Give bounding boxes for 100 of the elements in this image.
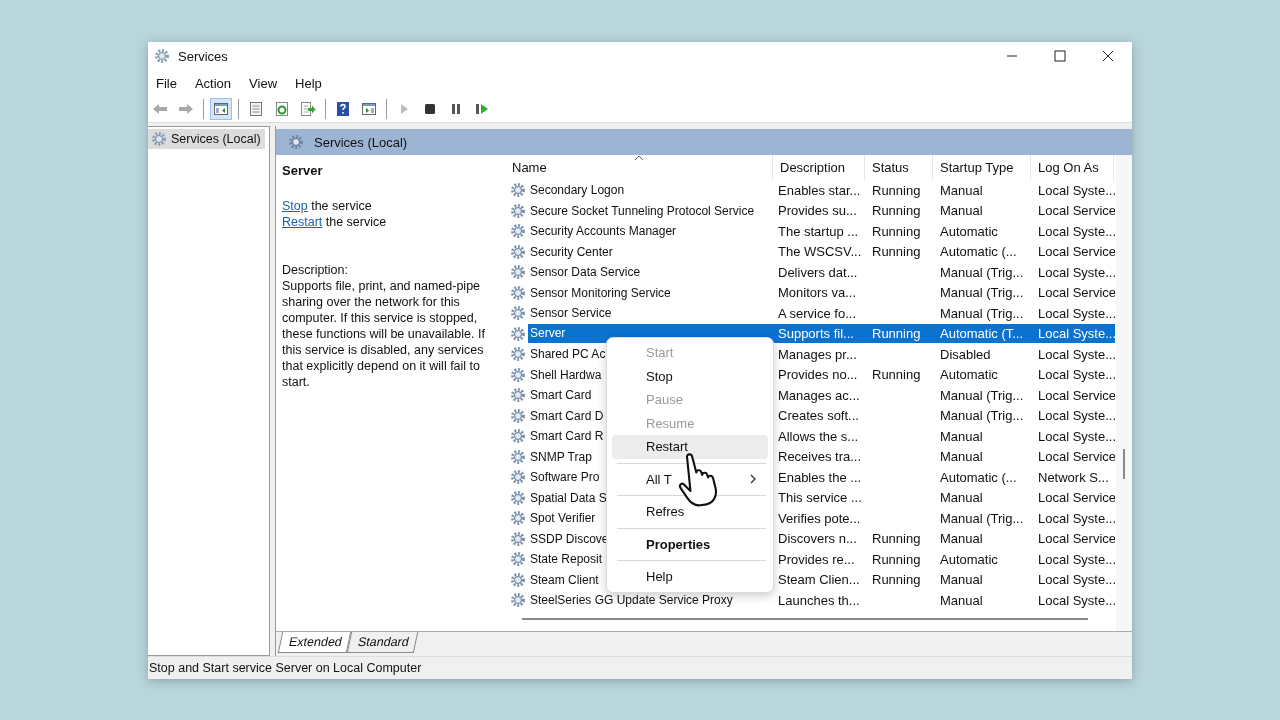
- table-cell[interactable]: Local Syste...: [1031, 346, 1115, 362]
- table-cell[interactable]: Provides su...: [773, 203, 865, 219]
- table-cell[interactable]: Local Syste...: [1031, 367, 1115, 383]
- menu-item[interactable]: Help: [612, 565, 768, 589]
- table-cell[interactable]: Verifies pote...: [773, 510, 865, 526]
- table-cell[interactable]: Local Service: [1031, 490, 1115, 506]
- table-cell[interactable]: Manual (Trig...: [933, 387, 1031, 403]
- table-cell[interactable]: Running: [865, 572, 933, 588]
- table-cell[interactable]: A service fo...: [773, 305, 865, 321]
- table-cell[interactable]: Local Syste...: [1031, 324, 1115, 344]
- table-cell[interactable]: Manual: [933, 490, 1031, 506]
- table-cell[interactable]: Local Syste...: [1031, 572, 1115, 588]
- table-cell[interactable]: Enables star...: [773, 182, 865, 198]
- table-cell[interactable]: Network S...: [1031, 469, 1115, 485]
- menu-item[interactable]: Stop: [612, 364, 768, 388]
- table-cell[interactable]: Automatic (...: [933, 469, 1031, 485]
- table-cell[interactable]: Local Syste...: [1031, 592, 1115, 608]
- table-cell[interactable]: Supports fil...: [773, 324, 865, 344]
- table-cell[interactable]: Manual (Trig...: [933, 305, 1031, 321]
- table-cell[interactable]: Local Service: [1031, 244, 1115, 260]
- table-cell[interactable]: Manual (Trig...: [933, 408, 1031, 424]
- table-cell[interactable]: Running: [865, 203, 933, 219]
- menu-item[interactable]: Action: [187, 72, 239, 94]
- table-cell[interactable]: Secondary Logon: [528, 183, 773, 198]
- table-cell[interactable]: Local Service: [1031, 285, 1115, 301]
- table-cell[interactable]: Local Syste...: [1031, 428, 1115, 444]
- table-cell[interactable]: Automatic: [933, 551, 1031, 567]
- table-cell[interactable]: Secure Socket Tunneling Protocol Service: [528, 203, 773, 218]
- table-cell[interactable]: Manual: [933, 592, 1031, 608]
- table-cell[interactable]: Local Syste...: [1031, 510, 1115, 526]
- table-cell[interactable]: Manages ac...: [773, 387, 865, 403]
- column-header[interactable]: Log On As: [1031, 155, 1114, 180]
- table-cell[interactable]: Local Syste...: [1031, 264, 1115, 280]
- table-cell[interactable]: This service ...: [773, 490, 865, 506]
- column-header[interactable]: Name: [505, 155, 773, 180]
- table-cell[interactable]: Discovers n...: [773, 531, 865, 547]
- table-cell[interactable]: Sensor Monitoring Service: [528, 285, 773, 300]
- table-cell[interactable]: Automatic: [933, 223, 1031, 239]
- table-cell[interactable]: Running: [865, 367, 933, 383]
- view-tab[interactable]: Extended: [277, 632, 352, 653]
- table-cell[interactable]: Provides re...: [773, 551, 865, 567]
- table-cell[interactable]: Manual: [933, 531, 1031, 547]
- table-cell[interactable]: Automatic (T...: [933, 324, 1031, 344]
- table-cell[interactable]: Monitors va...: [773, 285, 865, 301]
- menu-item[interactable]: Properties: [612, 532, 768, 556]
- table-cell[interactable]: Local Syste...: [1031, 223, 1115, 239]
- table-cell[interactable]: Enables the ...: [773, 469, 865, 485]
- table-cell[interactable]: SteelSeries GG Update Service Proxy: [528, 593, 773, 608]
- menu-item[interactable]: View: [242, 72, 285, 94]
- table-cell[interactable]: Sensor Data Service: [528, 265, 773, 280]
- action-link[interactable]: Stop: [282, 199, 308, 213]
- console-tree-button[interactable]: [210, 98, 232, 120]
- table-cell[interactable]: Steam Clien...: [773, 572, 865, 588]
- table-cell[interactable]: Local Service: [1031, 531, 1115, 547]
- table-cell[interactable]: Local Syste...: [1031, 305, 1115, 321]
- table-cell[interactable]: Security Center: [528, 244, 773, 259]
- menu-item[interactable]: All T: [612, 467, 768, 491]
- table-cell[interactable]: Manual: [933, 428, 1031, 444]
- table-cell[interactable]: Local Service: [1031, 203, 1115, 219]
- table-cell[interactable]: Automatic: [933, 367, 1031, 383]
- tree-item[interactable]: Services (Local): [148, 129, 265, 149]
- menu-item[interactable]: Help: [288, 72, 329, 94]
- table-cell[interactable]: Running: [865, 223, 933, 239]
- scroll-thumb[interactable]: [1123, 449, 1125, 479]
- table-cell[interactable]: Running: [865, 324, 933, 344]
- table-cell[interactable]: Manual (Trig...: [933, 285, 1031, 301]
- action-link[interactable]: Restart: [282, 215, 323, 229]
- table-cell[interactable]: Sensor Service: [528, 306, 773, 321]
- menu-item[interactable]: File: [149, 72, 184, 94]
- column-header[interactable]: Startup Type: [933, 155, 1031, 180]
- column-header[interactable]: Description: [773, 155, 865, 180]
- table-cell[interactable]: Running: [865, 244, 933, 260]
- table-cell[interactable]: Manages pr...: [773, 346, 865, 362]
- table-cell[interactable]: The WSCSV...: [773, 244, 865, 260]
- table-cell[interactable]: Allows the s...: [773, 428, 865, 444]
- table-cell[interactable]: Manual: [933, 182, 1031, 198]
- view-tab[interactable]: Standard: [346, 632, 418, 653]
- table-cell[interactable]: Automatic (...: [933, 244, 1031, 260]
- table-cell[interactable]: Manual: [933, 449, 1031, 465]
- table-cell[interactable]: Manual: [933, 203, 1031, 219]
- table-cell[interactable]: Delivers dat...: [773, 264, 865, 280]
- table-cell[interactable]: Creates soft...: [773, 408, 865, 424]
- menu-item[interactable]: Restart: [612, 435, 768, 459]
- table-cell[interactable]: Manual: [933, 572, 1031, 588]
- table-cell[interactable]: Security Accounts Manager: [528, 224, 773, 239]
- table-cell[interactable]: Provides no...: [773, 367, 865, 383]
- table-cell[interactable]: Disabled: [933, 346, 1031, 362]
- table-cell[interactable]: Running: [865, 182, 933, 198]
- table-cell[interactable]: Running: [865, 531, 933, 547]
- table-cell[interactable]: Local Syste...: [1031, 408, 1115, 424]
- table-cell[interactable]: Running: [865, 551, 933, 567]
- table-cell[interactable]: Launches th...: [773, 592, 865, 608]
- column-header[interactable]: Status: [865, 155, 933, 180]
- table-cell[interactable]: Local Syste...: [1031, 551, 1115, 567]
- table-cell[interactable]: Receives tra...: [773, 449, 865, 465]
- table-cell[interactable]: Local Service: [1031, 387, 1115, 403]
- table-cell[interactable]: The startup ...: [773, 223, 865, 239]
- table-cell[interactable]: Local Syste...: [1031, 182, 1115, 198]
- table-cell[interactable]: Manual (Trig...: [933, 264, 1031, 280]
- scroll-thumb[interactable]: [522, 617, 1088, 620]
